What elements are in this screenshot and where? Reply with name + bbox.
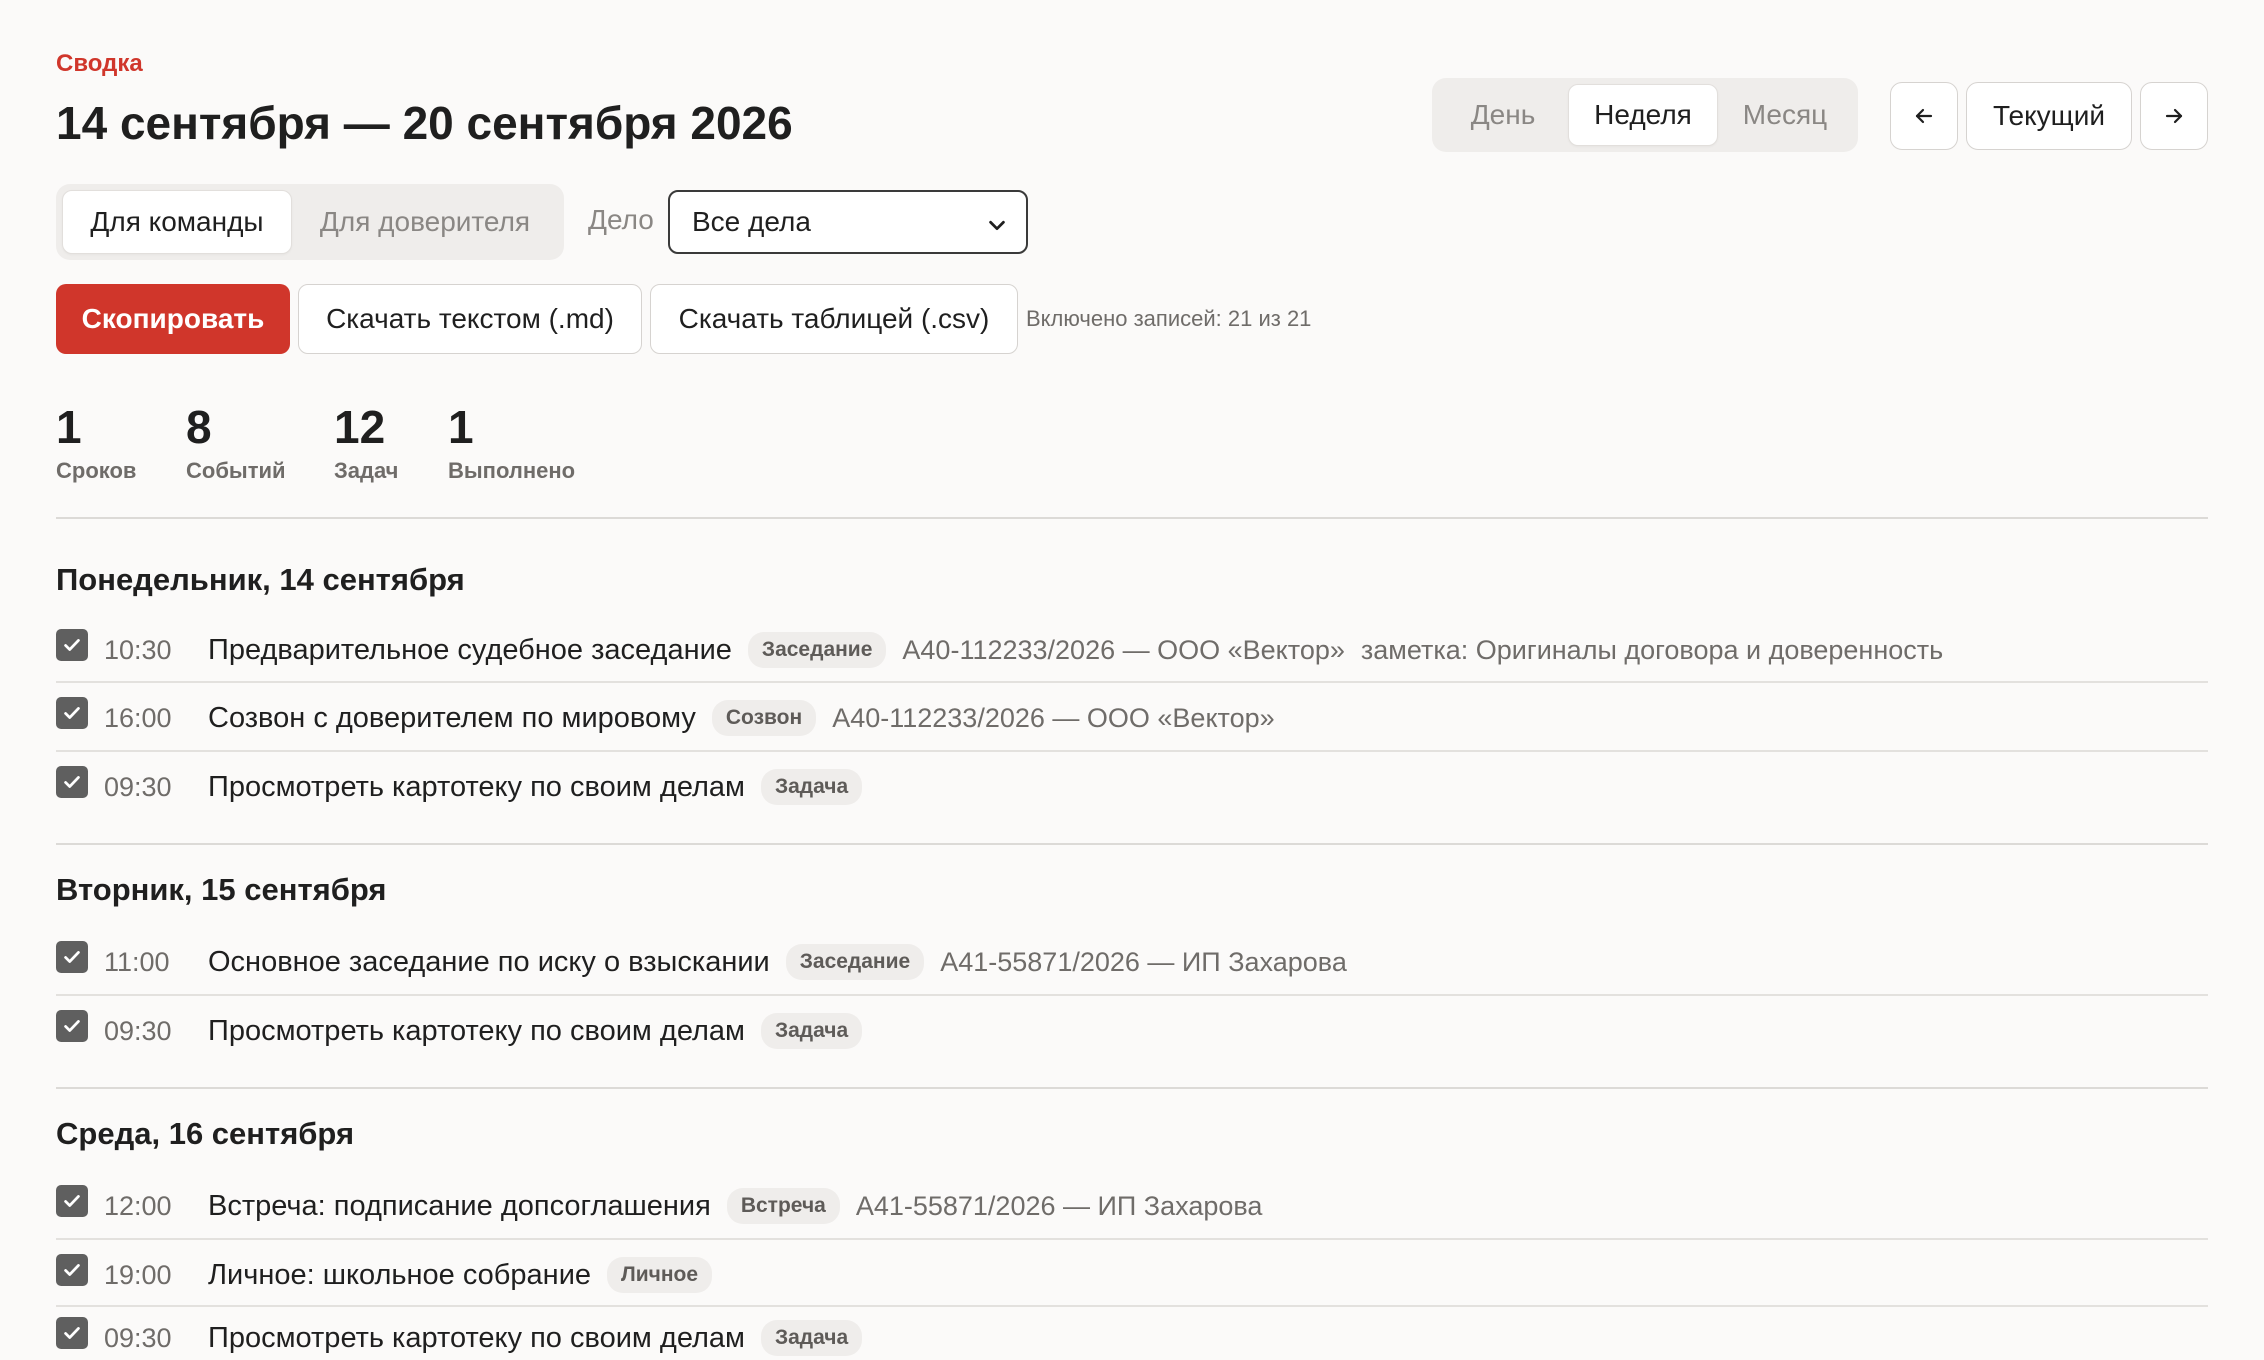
- current-period-button[interactable]: Текущий: [1966, 82, 2132, 150]
- stat-label: Сроков: [56, 458, 137, 483]
- page-title: 14 сентября — 20 сентября 2026: [56, 97, 793, 149]
- item-type-badge: Созвон: [711, 700, 817, 736]
- stat-value: 12: [334, 401, 386, 453]
- stat-label: Выполнено: [448, 458, 576, 483]
- item-time: 10:30: [104, 634, 172, 665]
- item-time: 09:30: [104, 1015, 172, 1046]
- list-item: 12:00 Встреча: подписание допсоглашения …: [56, 1184, 2208, 1228]
- item-time: 12:00: [104, 1190, 172, 1221]
- item-type-badge: Задача: [760, 769, 863, 805]
- arrow-left-icon: [1915, 108, 1933, 124]
- row-divider: [56, 681, 2208, 683]
- item-checkbox[interactable]: [56, 697, 88, 729]
- item-case: А40-112233/2026 — ООО «Вектор»: [832, 702, 1275, 733]
- list-item: 11:00 Основное заседание по иску о взыск…: [56, 940, 2208, 984]
- stat-label: Событий: [186, 458, 286, 483]
- stat-value: 1: [56, 401, 82, 453]
- prev-period-button[interactable]: [1890, 82, 1958, 150]
- item-type-badge: Встреча: [726, 1188, 840, 1224]
- stat-value: 8: [186, 401, 212, 453]
- item-type-badge: Задача: [760, 1013, 863, 1049]
- row-divider: [56, 1238, 2208, 1240]
- item-title: Личное: школьное собрание: [208, 1258, 592, 1291]
- day-heading: Среда, 16 сентября: [56, 1116, 355, 1151]
- row-divider: [56, 750, 2208, 752]
- tab-for-team[interactable]: Для команды: [62, 190, 292, 254]
- stat-deadlines: 1 Сроков: [56, 398, 136, 484]
- tab-month[interactable]: Месяц: [1718, 84, 1852, 146]
- list-item: 09:30 Просмотреть картотеку по своим дел…: [56, 1009, 2208, 1053]
- checkmark-icon: [64, 776, 80, 788]
- checkmark-icon: [64, 639, 80, 651]
- divider: [56, 1087, 2208, 1089]
- list-item: 19:00 Личное: школьное собрание Личное: [56, 1253, 2208, 1297]
- item-checkbox[interactable]: [56, 1254, 88, 1286]
- item-title: Предварительное судебное заседание: [208, 633, 732, 666]
- stat-label: Задач: [334, 458, 399, 483]
- tab-for-client[interactable]: Для доверителя: [292, 190, 558, 254]
- checkmark-icon: [64, 707, 80, 719]
- item-time: 11:00: [104, 946, 170, 977]
- item-time: 09:30: [104, 771, 172, 802]
- list-item: 10:30 Предварительное судебное заседание…: [56, 628, 2208, 672]
- checkmark-icon: [64, 1264, 80, 1276]
- next-period-button[interactable]: [2140, 82, 2208, 150]
- item-checkbox[interactable]: [56, 1185, 88, 1217]
- item-note: заметка: Оригиналы договора и довереннос…: [1360, 634, 1944, 665]
- case-filter-select[interactable]: Все дела: [668, 190, 1028, 254]
- item-title: Созвон с доверителем по мировому: [208, 701, 696, 734]
- item-checkbox[interactable]: [56, 1317, 88, 1349]
- page-eyebrow: Сводка: [56, 50, 143, 77]
- checkmark-icon: [64, 1195, 80, 1207]
- divider: [56, 517, 2208, 519]
- checkmark-icon: [64, 951, 80, 963]
- stat-events: 8 Событий: [186, 398, 286, 484]
- list-item: 09:30 Просмотреть картотеку по своим дел…: [56, 1316, 2208, 1360]
- item-type-badge: Задача: [760, 1320, 863, 1356]
- checkmark-icon: [64, 1020, 80, 1032]
- item-time: 16:00: [104, 702, 172, 733]
- copy-button[interactable]: Скопировать: [56, 284, 290, 354]
- list-item: 16:00 Созвон с доверителем по мировому С…: [56, 696, 2208, 740]
- checkmark-icon: [64, 1327, 80, 1339]
- audience-switcher: Для команды Для доверителя: [56, 184, 564, 260]
- tab-day[interactable]: День: [1438, 84, 1568, 146]
- item-title: Встреча: подписание допсоглашения: [208, 1189, 711, 1222]
- item-case: А41-55871/2026 — ИП Захарова: [855, 1190, 1263, 1221]
- item-title: Просмотреть картотеку по своим делам: [208, 770, 745, 803]
- download-md-button[interactable]: Скачать текстом (.md): [298, 284, 642, 354]
- item-time: 19:00: [104, 1259, 172, 1290]
- item-title: Просмотреть картотеку по своим делам: [208, 1014, 745, 1047]
- divider: [56, 843, 2208, 845]
- row-divider: [56, 994, 2208, 996]
- period-switcher: День Неделя Месяц: [1432, 78, 1858, 152]
- item-case: А41-55871/2026 — ИП Захарова: [940, 946, 1347, 977]
- case-filter-label: Дело: [588, 204, 654, 235]
- day-heading: Вторник, 15 сентября: [56, 872, 387, 907]
- item-checkbox[interactable]: [56, 629, 88, 661]
- item-type-badge: Личное: [607, 1257, 713, 1293]
- item-checkbox[interactable]: [56, 941, 88, 973]
- stat-tasks: 12 Задач: [334, 398, 398, 484]
- item-type-badge: Заседание: [785, 944, 925, 980]
- included-records-count: Включено записей: 21 из 21: [1026, 306, 1312, 331]
- tab-week[interactable]: Неделя: [1568, 84, 1718, 146]
- case-filter-value: Все дела: [692, 206, 811, 237]
- item-type-badge: Заседание: [747, 632, 887, 668]
- item-checkbox[interactable]: [56, 766, 88, 798]
- stat-value: 1: [448, 401, 474, 453]
- item-title: Просмотреть картотеку по своим делам: [208, 1321, 745, 1354]
- stat-completed: 1 Выполнено: [448, 398, 575, 484]
- item-title: Основное заседание по иску о взыскании: [208, 945, 770, 978]
- chevron-down-icon: [989, 220, 1005, 231]
- weekly-summary-page: Сводка 14 сентября — 20 сентября 2026 Де…: [0, 0, 2264, 1360]
- download-csv-button[interactable]: Скачать таблицей (.csv): [650, 284, 1018, 354]
- item-case: А40-112233/2026 — ООО «Вектор»: [902, 634, 1345, 665]
- row-divider: [56, 1305, 2208, 1307]
- list-item: 09:30 Просмотреть картотеку по своим дел…: [56, 765, 2208, 809]
- day-heading: Понедельник, 14 сентября: [56, 562, 465, 597]
- item-checkbox[interactable]: [56, 1010, 88, 1042]
- item-time: 09:30: [104, 1322, 172, 1353]
- arrow-right-icon: [2165, 108, 2183, 124]
